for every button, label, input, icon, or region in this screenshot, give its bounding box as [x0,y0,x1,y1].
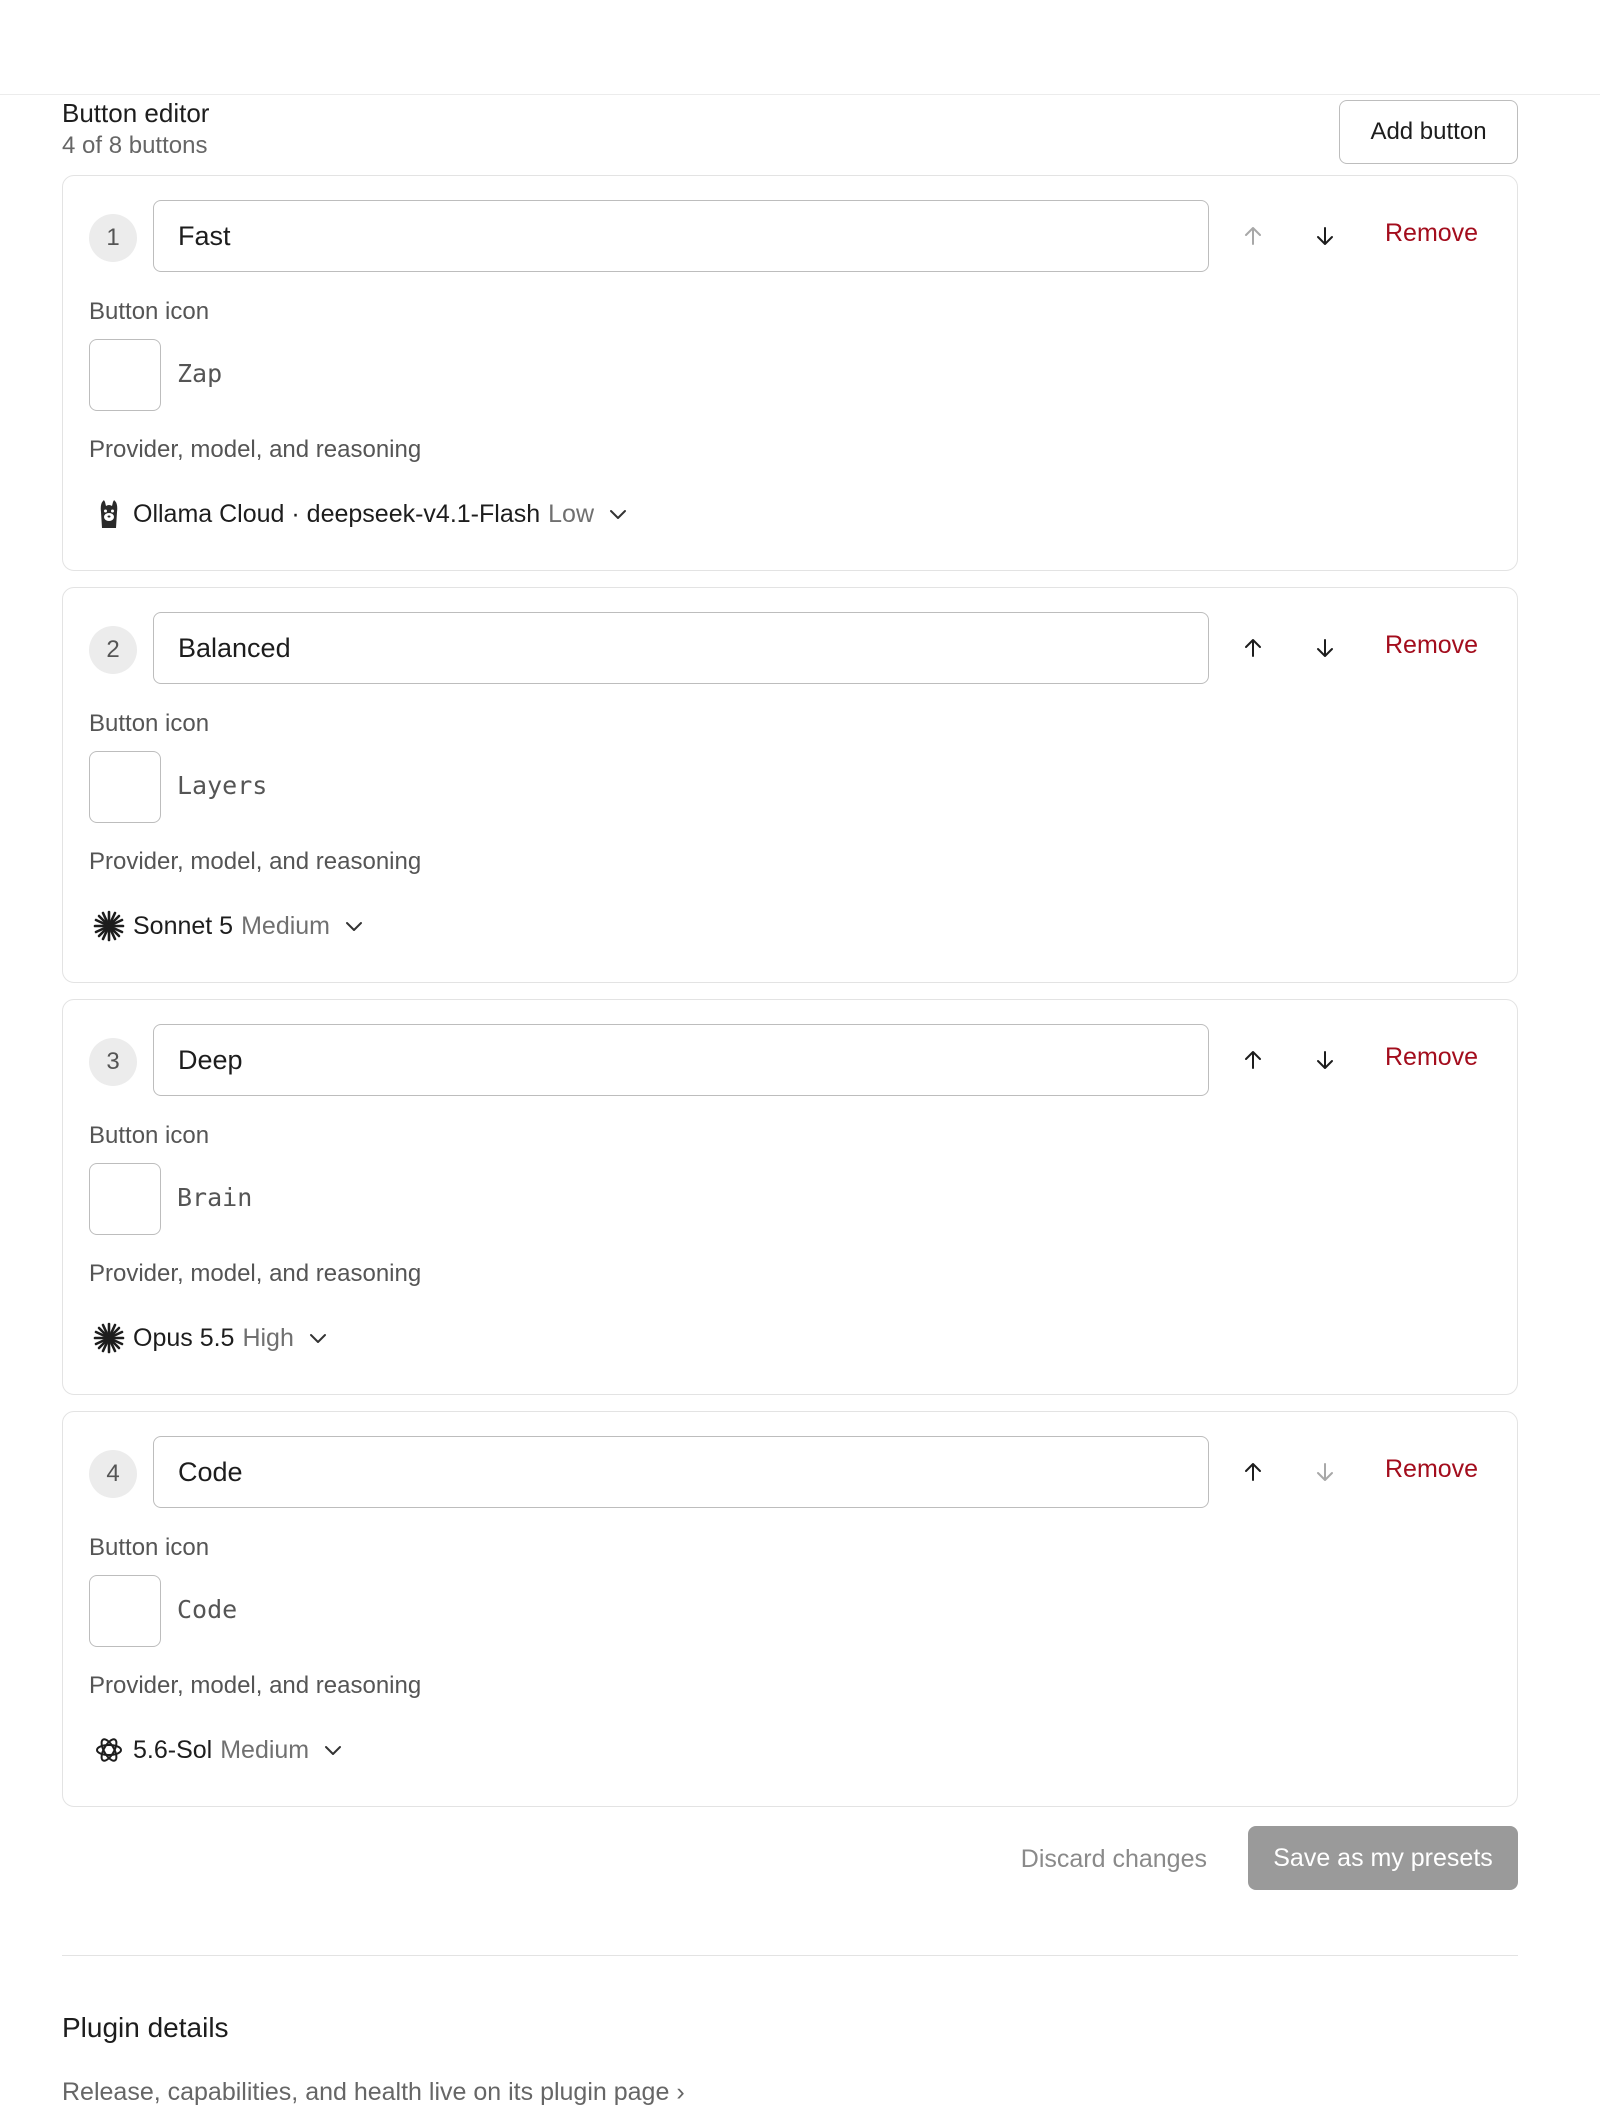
button-name-input[interactable] [153,1024,1209,1096]
top-bar [0,0,1600,95]
model-name: Sonnet 5 [133,911,234,940]
button-name-input[interactable] [153,612,1209,684]
model-selector[interactable]: 5.6-Sol Medium [93,1730,345,1770]
button-number-badge: 1 [89,214,137,262]
button-icon-label: Button icon [89,1534,210,1561]
button-number-badge: 2 [89,626,137,674]
discard-changes-button[interactable]: Discard changes [1021,1845,1207,1874]
anthropic-icon [93,910,125,942]
move-up-button[interactable] [1233,216,1273,256]
move-down-button[interactable] [1305,216,1345,256]
button-count: 4 of 8 buttons [62,132,208,159]
button-number-badge: 3 [89,1038,137,1086]
move-up-button[interactable] [1233,1452,1273,1492]
openai-icon [93,1734,125,1766]
model-name: Opus 5.5 [133,1323,235,1352]
reasoning-effort: Medium [220,1735,310,1764]
button-icon-label: Button icon [89,298,210,325]
arrow-up-icon [1245,639,1261,657]
chevron-right-icon: › [676,2078,685,2106]
model-selector[interactable]: Sonnet 5 Medium [93,906,366,946]
button-number-badge: 4 [89,1450,137,1498]
arrow-up-icon [1245,227,1261,245]
model-label: Provider, model, and reasoning [89,1672,422,1699]
icon-name: Layers [177,771,268,800]
reasoning-effort: Low [548,499,595,528]
icon-name: Code [177,1595,238,1624]
move-down-button[interactable] [1305,628,1345,668]
move-up-button[interactable] [1233,1040,1273,1080]
move-up-button[interactable] [1233,628,1273,668]
plugin-page-link[interactable]: Release, capabilities, and health live o… [62,2078,685,2107]
anthropic-icon [93,1322,125,1354]
remove-button[interactable]: Remove [1385,631,1478,660]
reasoning-effort: Medium [241,911,331,940]
section-divider [62,1955,1518,1956]
icon-picker[interactable] [89,751,161,823]
chevron-down-icon [346,922,363,931]
icon-picker[interactable] [89,339,161,411]
chevron-down-icon [610,510,627,519]
model-name: 5.6-Sol [133,1735,213,1764]
remove-button[interactable]: Remove [1385,1455,1478,1484]
model-label: Provider, model, and reasoning [89,436,422,463]
icon-name: Zap [177,359,223,388]
editor-header: Button editor 4 of 8 buttons Add button [62,95,1518,175]
arrow-down-icon [1317,639,1333,657]
remove-button[interactable]: Remove [1385,1043,1478,1072]
save-presets-button[interactable]: Save as my presets [1248,1826,1518,1890]
chevron-down-icon [309,1334,326,1343]
model-label: Provider, model, and reasoning [89,1260,422,1287]
plugin-details-title: Plugin details [62,2012,229,2043]
remove-button[interactable]: Remove [1385,219,1478,248]
editor-actions: Discard changes Save as my presets [62,1823,1518,1919]
icon-name: Brain [177,1183,253,1212]
button-card: 3 Remove Button icon Brain Provider, mod… [62,999,1518,1395]
move-down-button[interactable] [1305,1452,1345,1492]
button-card: 1 Remove Button icon Zap Provider, model… [62,175,1518,571]
button-card: 4 Remove Button icon Code Provider, mode… [62,1411,1518,1807]
button-icon-label: Button icon [89,1122,210,1149]
button-card: 2 Remove Button icon Layers Provider, mo… [62,587,1518,983]
reasoning-effort: High [242,1323,294,1352]
arrow-down-icon [1317,1463,1333,1481]
ollama-icon [93,498,125,530]
model-selector[interactable]: Ollama Cloud · deepseek-v4.1-Flash Low [93,494,630,534]
arrow-down-icon [1317,227,1333,245]
add-button[interactable]: Add button [1339,100,1518,164]
icon-picker[interactable] [89,1575,161,1647]
move-down-button[interactable] [1305,1040,1345,1080]
button-editor: Button editor 4 of 8 buttons Add button … [62,95,1518,1919]
model-selector[interactable]: Opus 5.5 High [93,1318,330,1358]
editor-title: Button editor [62,98,210,128]
button-icon-label: Button icon [89,710,210,737]
plugin-page-link-text: Release, capabilities, and health live o… [62,2078,670,2106]
chevron-down-icon [325,1746,342,1755]
model-name: Ollama Cloud · deepseek-v4.1-Flash [133,499,541,528]
model-label: Provider, model, and reasoning [89,848,422,875]
button-name-input[interactable] [153,200,1209,272]
icon-picker[interactable] [89,1163,161,1235]
arrow-up-icon [1245,1463,1261,1481]
arrow-down-icon [1317,1051,1333,1069]
button-name-input[interactable] [153,1436,1209,1508]
arrow-up-icon [1245,1051,1261,1069]
